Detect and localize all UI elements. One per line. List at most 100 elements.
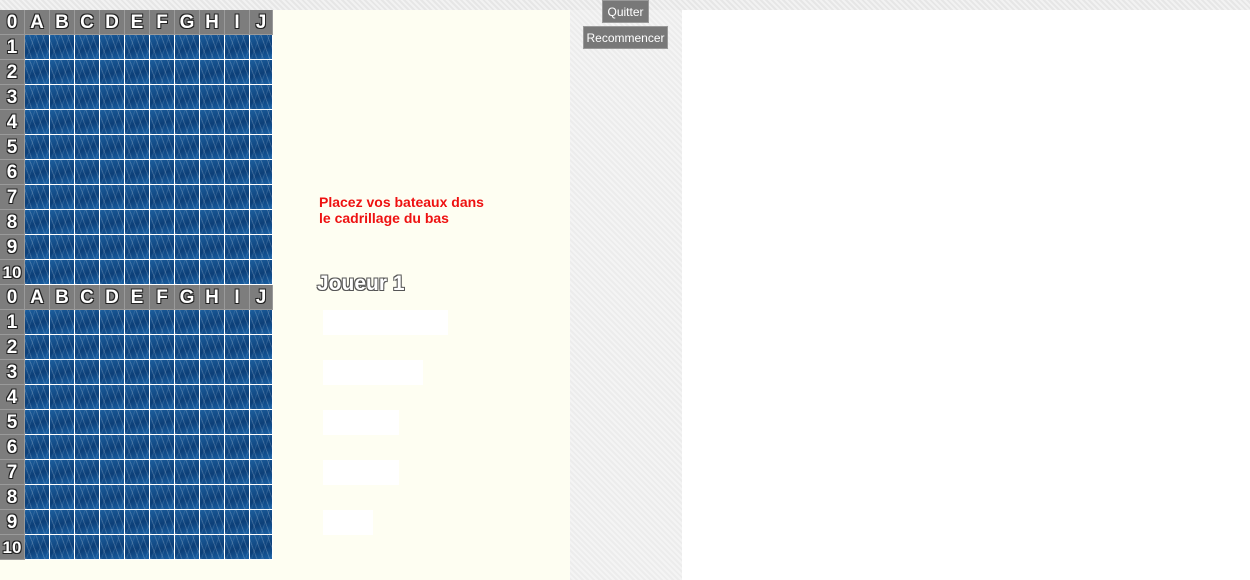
opponent-grid-cell-f10[interactable]	[150, 260, 175, 285]
player-grid-cell-a10[interactable]	[25, 535, 50, 560]
opponent-grid-cell-c10[interactable]	[75, 260, 100, 285]
player-grid-cell-j8[interactable]	[250, 485, 273, 510]
opponent-grid-cell-e7[interactable]	[125, 185, 150, 210]
player-grid-cell-g5[interactable]	[175, 410, 200, 435]
player-grid-cell-c7[interactable]	[75, 460, 100, 485]
player-grid-cell-b5[interactable]	[50, 410, 75, 435]
opponent-grid-cell-i4[interactable]	[225, 110, 250, 135]
player-grid-cell-d1[interactable]	[100, 310, 125, 335]
opponent-grid-cell-b2[interactable]	[50, 60, 75, 85]
player-grid-cell-c9[interactable]	[75, 510, 100, 535]
opponent-grid-cell-g6[interactable]	[175, 160, 200, 185]
player-grid-cell-j10[interactable]	[250, 535, 273, 560]
player-grid-cell-b1[interactable]	[50, 310, 75, 335]
player-grid-cell-j1[interactable]	[250, 310, 273, 335]
player-grid-cell-c6[interactable]	[75, 435, 100, 460]
opponent-grid-cell-a1[interactable]	[25, 35, 50, 60]
ship-5-cells[interactable]	[323, 310, 448, 335]
ship-2-cells[interactable]	[323, 510, 373, 535]
player-grid-cell-h5[interactable]	[200, 410, 225, 435]
player-grid-cell-f7[interactable]	[150, 460, 175, 485]
player-grid-cell-j7[interactable]	[250, 460, 273, 485]
opponent-grid-cell-f7[interactable]	[150, 185, 175, 210]
player-grid-cell-a2[interactable]	[25, 335, 50, 360]
opponent-grid-cell-e10[interactable]	[125, 260, 150, 285]
opponent-grid-cell-h3[interactable]	[200, 85, 225, 110]
player-grid-cell-d10[interactable]	[100, 535, 125, 560]
player-grid-cell-f8[interactable]	[150, 485, 175, 510]
opponent-grid-cell-j2[interactable]	[250, 60, 273, 85]
opponent-grid-cell-d4[interactable]	[100, 110, 125, 135]
player-grid-cell-i4[interactable]	[225, 385, 250, 410]
opponent-grid-cell-f5[interactable]	[150, 135, 175, 160]
opponent-grid-cell-i9[interactable]	[225, 235, 250, 260]
opponent-grid-cell-f4[interactable]	[150, 110, 175, 135]
player-grid-cell-e6[interactable]	[125, 435, 150, 460]
player-grid-cell-h4[interactable]	[200, 385, 225, 410]
opponent-grid-cell-h6[interactable]	[200, 160, 225, 185]
player-grid-cell-i7[interactable]	[225, 460, 250, 485]
player-grid-cell-g1[interactable]	[175, 310, 200, 335]
player-grid-cell-g10[interactable]	[175, 535, 200, 560]
opponent-grid-cell-i8[interactable]	[225, 210, 250, 235]
opponent-grid-cell-d6[interactable]	[100, 160, 125, 185]
opponent-grid-cell-d2[interactable]	[100, 60, 125, 85]
opponent-grid-cell-c3[interactable]	[75, 85, 100, 110]
player-grid-cell-i1[interactable]	[225, 310, 250, 335]
opponent-grid-cell-d7[interactable]	[100, 185, 125, 210]
player-grid-cell-c8[interactable]	[75, 485, 100, 510]
opponent-grid-cell-g2[interactable]	[175, 60, 200, 85]
player-grid-cell-c5[interactable]	[75, 410, 100, 435]
opponent-grid-cell-b6[interactable]	[50, 160, 75, 185]
player-grid-cell-j2[interactable]	[250, 335, 273, 360]
opponent-grid-cell-j8[interactable]	[250, 210, 273, 235]
opponent-grid-cell-j6[interactable]	[250, 160, 273, 185]
opponent-grid-cell-e6[interactable]	[125, 160, 150, 185]
opponent-grid-cell-a5[interactable]	[25, 135, 50, 160]
player-grid-cell-a3[interactable]	[25, 360, 50, 385]
opponent-grid-cell-e1[interactable]	[125, 35, 150, 60]
opponent-grid-cell-d10[interactable]	[100, 260, 125, 285]
opponent-grid-cell-d1[interactable]	[100, 35, 125, 60]
player-grid-cell-g4[interactable]	[175, 385, 200, 410]
player-grid-cell-i6[interactable]	[225, 435, 250, 460]
player-grid-cell-c1[interactable]	[75, 310, 100, 335]
player-grid-cell-i9[interactable]	[225, 510, 250, 535]
opponent-grid-cell-b3[interactable]	[50, 85, 75, 110]
opponent-grid-cell-e8[interactable]	[125, 210, 150, 235]
player-grid-cell-h7[interactable]	[200, 460, 225, 485]
opponent-grid-cell-e5[interactable]	[125, 135, 150, 160]
opponent-grid-cell-b9[interactable]	[50, 235, 75, 260]
opponent-grid-cell-f6[interactable]	[150, 160, 175, 185]
player-grid-cell-d7[interactable]	[100, 460, 125, 485]
player-grid-cell-j9[interactable]	[250, 510, 273, 535]
opponent-grid-cell-c9[interactable]	[75, 235, 100, 260]
player-grid-cell-g3[interactable]	[175, 360, 200, 385]
player-grid-cell-b4[interactable]	[50, 385, 75, 410]
player-grid-cell-e2[interactable]	[125, 335, 150, 360]
opponent-grid-cell-c5[interactable]	[75, 135, 100, 160]
opponent-grid-cell-h10[interactable]	[200, 260, 225, 285]
opponent-grid-cell-j1[interactable]	[250, 35, 273, 60]
opponent-grid-cell-a8[interactable]	[25, 210, 50, 235]
player-grid-cell-d5[interactable]	[100, 410, 125, 435]
player-grid-cell-g8[interactable]	[175, 485, 200, 510]
player-grid-cell-i2[interactable]	[225, 335, 250, 360]
opponent-grid-cell-c8[interactable]	[75, 210, 100, 235]
player-grid-cell-e9[interactable]	[125, 510, 150, 535]
player-grid-cell-f2[interactable]	[150, 335, 175, 360]
player-grid-cell-e5[interactable]	[125, 410, 150, 435]
opponent-grid-cell-f2[interactable]	[150, 60, 175, 85]
opponent-grid-cell-i2[interactable]	[225, 60, 250, 85]
opponent-grid-cell-i10[interactable]	[225, 260, 250, 285]
player-grid-cell-j4[interactable]	[250, 385, 273, 410]
player-grid-cell-b10[interactable]	[50, 535, 75, 560]
opponent-grid-cell-a4[interactable]	[25, 110, 50, 135]
player-grid-cell-g2[interactable]	[175, 335, 200, 360]
player-grid-cell-b6[interactable]	[50, 435, 75, 460]
opponent-grid-cell-c6[interactable]	[75, 160, 100, 185]
player-grid-cell-a8[interactable]	[25, 485, 50, 510]
player-grid-cell-a9[interactable]	[25, 510, 50, 535]
player-grid-cell-f4[interactable]	[150, 385, 175, 410]
player-grid-cell-a4[interactable]	[25, 385, 50, 410]
